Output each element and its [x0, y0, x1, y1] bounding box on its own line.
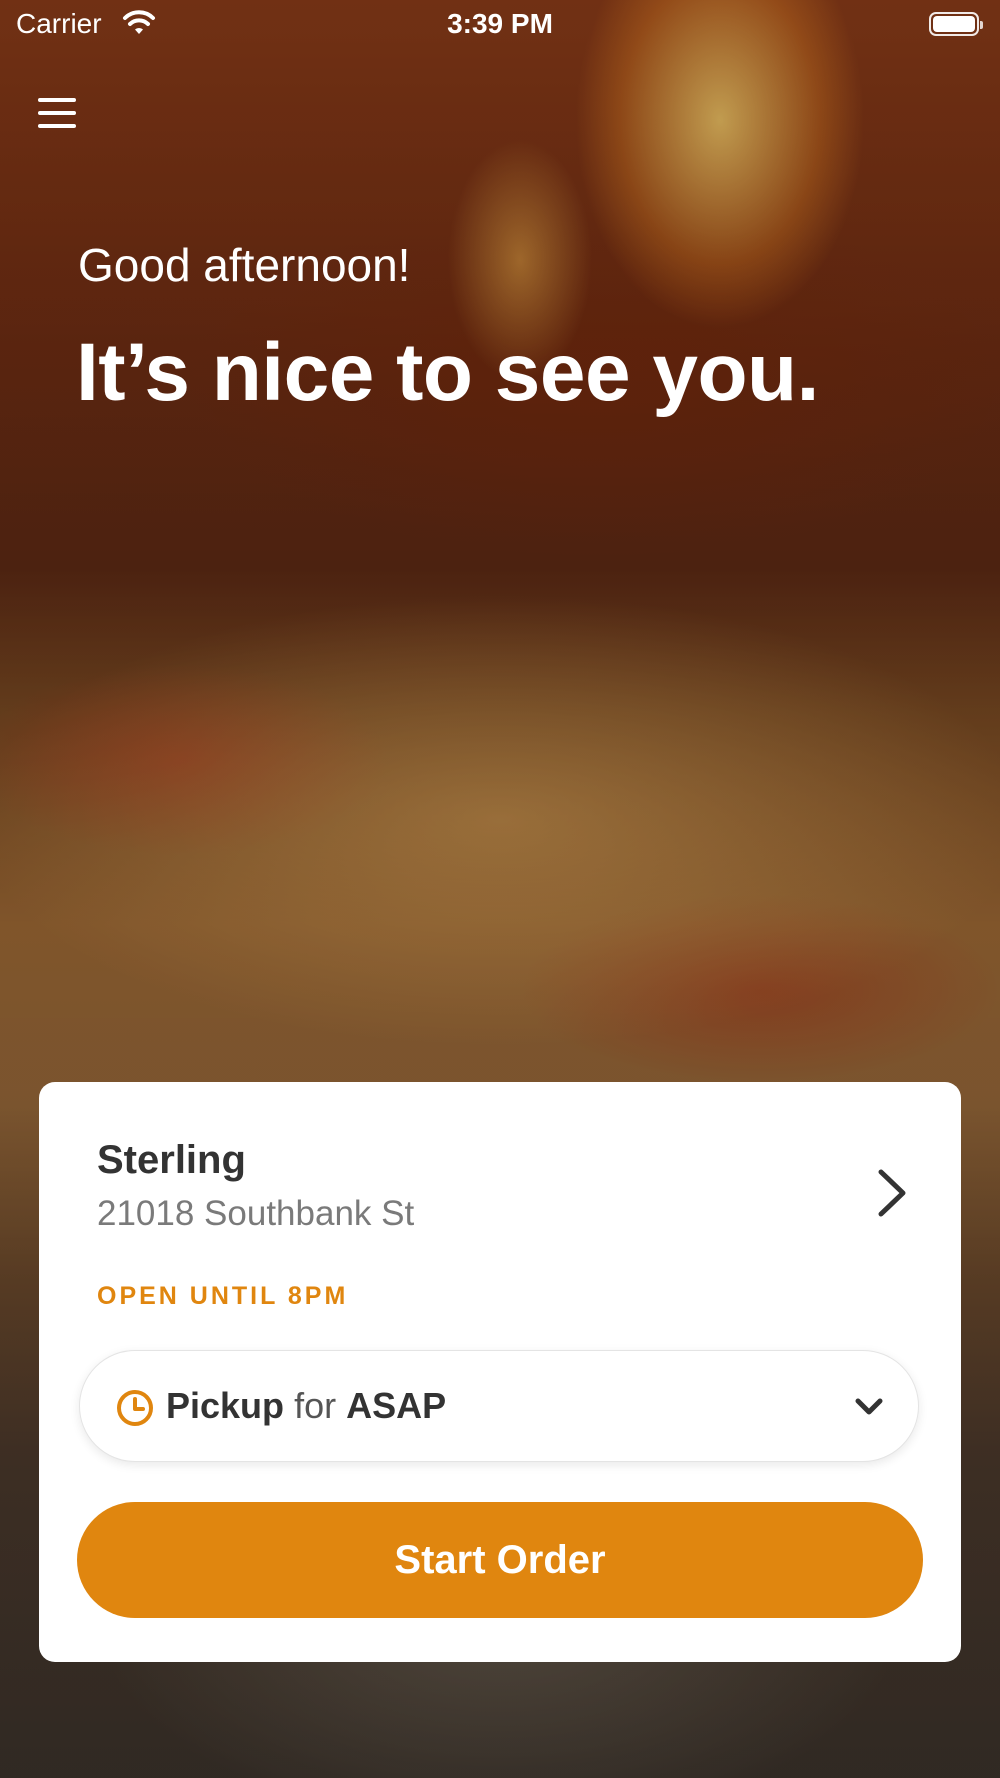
pickup-time-dropdown[interactable]: Pickup for ASAP — [79, 1350, 919, 1462]
clock-icon — [117, 1390, 153, 1426]
chevron-right-icon — [878, 1169, 906, 1217]
store-selector[interactable]: Sterling 21018 Southbank St — [39, 1082, 961, 1252]
hamburger-menu-icon[interactable] — [38, 96, 78, 130]
order-mode: Pickup — [166, 1385, 285, 1426]
welcome-headline: It’s nice to see you. — [76, 327, 819, 418]
store-name: Sterling — [97, 1138, 246, 1182]
battery-icon — [929, 12, 983, 36]
store-address: 21018 Southbank St — [97, 1194, 415, 1233]
start-order-button[interactable]: Start Order — [77, 1502, 923, 1618]
status-bar: Carrier 3:39 PM — [0, 0, 1000, 50]
chevron-down-icon — [855, 1398, 883, 1415]
greeting-text: Good afternoon! — [78, 239, 411, 291]
order-connector: for — [294, 1385, 337, 1426]
pickup-summary: Pickup for ASAP — [166, 1385, 446, 1427]
order-time: ASAP — [346, 1385, 447, 1426]
clock-time: 3:39 PM — [447, 8, 553, 39]
store-hours-status: OPEN UNTIL 8PM — [97, 1282, 349, 1310]
order-card: Sterling 21018 Southbank St OPEN UNTIL 8… — [39, 1082, 961, 1662]
